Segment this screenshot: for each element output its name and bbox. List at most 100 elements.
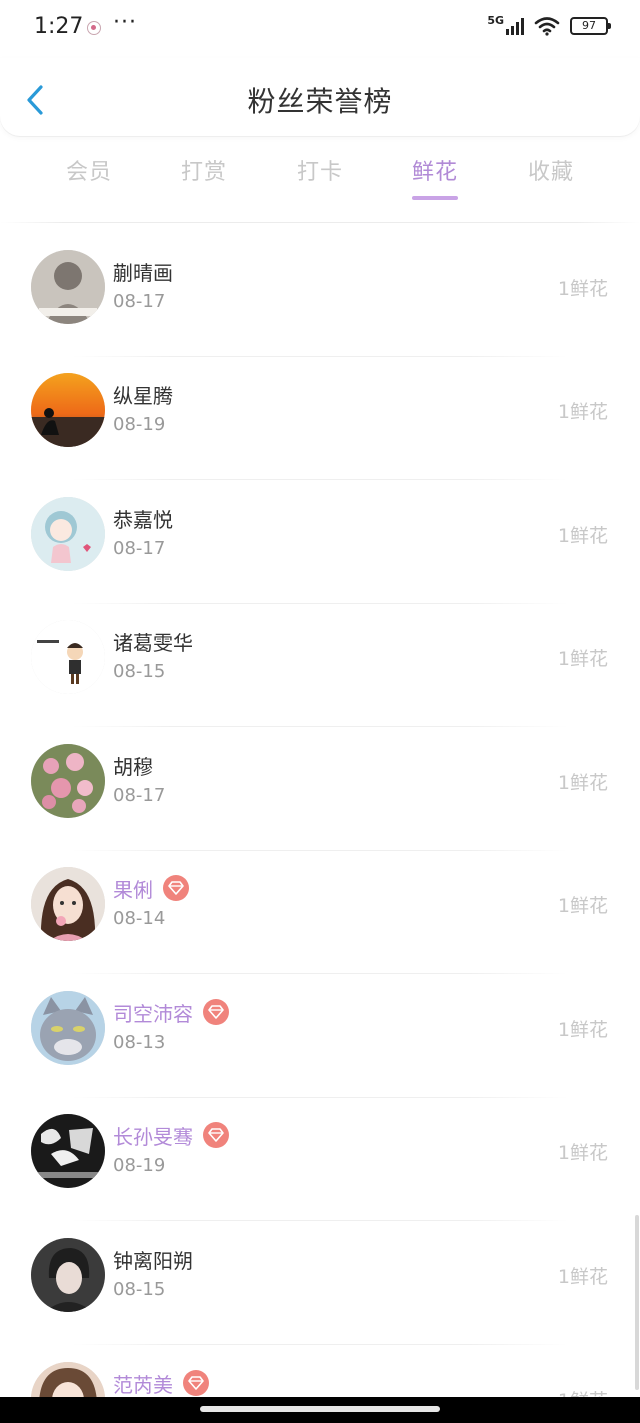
diamond-icon [188, 1376, 204, 1390]
app-notification-icon [87, 21, 101, 35]
user-name-wrap: 范芮美 [113, 1368, 209, 1398]
sunset-silhouette-icon [31, 373, 105, 447]
page-title: 粉丝荣誉榜 [247, 85, 393, 118]
avatar[interactable] [31, 620, 105, 694]
flower-count: 1鲜花 [557, 278, 608, 300]
user-name-wrap: 诸葛雯华 [113, 626, 193, 656]
person-dark-icon [31, 1238, 105, 1312]
signal-icon [506, 17, 524, 35]
user-name: 诸葛雯华 [113, 630, 193, 655]
list-item[interactable]: 诸葛雯华 08-15 1鲜花 [0, 604, 640, 727]
status-bar: 1:27 ··· 5G 97 [0, 0, 640, 58]
user-name-wrap: 纵星腾 [113, 379, 173, 409]
gift-date: 08-17 [113, 538, 166, 559]
user-name: 恭嘉悦 [113, 507, 173, 532]
list-item[interactable]: 长孙旻骞 08-19 1鲜花 [0, 1098, 640, 1221]
home-indicator[interactable] [200, 1406, 440, 1412]
user-name: 钟离阳朔 [113, 1248, 193, 1273]
avatar[interactable] [31, 867, 105, 941]
cartoon-boy-icon [31, 620, 105, 694]
user-name: 蒯晴画 [113, 260, 173, 285]
wifi-icon [534, 17, 560, 36]
avatar[interactable] [31, 991, 105, 1065]
status-more-icon: ··· [113, 10, 137, 35]
vip-badge [183, 1370, 209, 1396]
tab-members[interactable]: 会员 [49, 154, 129, 186]
avatar[interactable] [31, 1238, 105, 1312]
gift-date: 08-15 [113, 1279, 166, 1300]
divider [72, 1220, 568, 1221]
avatar[interactable] [31, 497, 105, 571]
status-indicators: 5G 97 [487, 13, 611, 36]
flower-count: 1鲜花 [557, 772, 608, 794]
user-name-wrap: 恭嘉悦 [113, 503, 173, 533]
vip-badge [203, 999, 229, 1025]
network-5g-label: 5G [487, 13, 504, 27]
user-name: 司空沛容 [113, 1001, 193, 1026]
flower-count: 1鲜花 [557, 1019, 608, 1041]
tab-rewards[interactable]: 打赏 [164, 154, 244, 186]
cartoon-girl-icon [31, 497, 105, 571]
diamond-icon [208, 1128, 224, 1142]
list-item[interactable]: 纵星腾 08-19 1鲜花 [0, 357, 640, 480]
flower-count: 1鲜花 [557, 1142, 608, 1164]
list-item[interactable]: 钟离阳朔 08-15 1鲜花 [0, 1222, 640, 1345]
gift-date: 08-15 [113, 661, 166, 682]
user-name-wrap: 胡穆 [113, 750, 153, 780]
avatar[interactable] [31, 250, 105, 324]
user-name-wrap: 司空沛容 [113, 997, 229, 1027]
black-white-art-icon [31, 1114, 105, 1188]
active-tab-indicator [412, 196, 458, 200]
list-item[interactable]: 胡穆 08-17 1鲜花 [0, 728, 640, 851]
user-name-wrap: 钟离阳朔 [113, 1244, 193, 1274]
gift-date: 08-13 [113, 1032, 166, 1053]
avatar[interactable] [31, 1114, 105, 1188]
user-name-wrap: 长孙旻骞 [113, 1120, 229, 1150]
avatar[interactable] [31, 373, 105, 447]
gift-date: 08-14 [113, 908, 166, 929]
gift-date: 08-17 [113, 291, 166, 312]
divider [0, 222, 640, 223]
flower-count: 1鲜花 [557, 648, 608, 670]
divider [72, 479, 568, 480]
diamond-icon [208, 1005, 224, 1019]
list-item[interactable]: 果俐 08-14 1鲜花 [0, 851, 640, 974]
list-item[interactable]: 司空沛容 08-13 1鲜花 [0, 975, 640, 1098]
user-name: 胡穆 [113, 754, 153, 779]
diamond-icon [168, 881, 184, 895]
user-name: 纵星腾 [113, 383, 173, 408]
user-name: 范芮美 [113, 1372, 173, 1397]
scrollbar[interactable] [635, 1215, 639, 1390]
flower-count: 1鲜花 [557, 895, 608, 917]
status-time: 1:27 [34, 14, 84, 39]
user-name-wrap: 蒯晴画 [113, 256, 173, 286]
gift-date: 08-17 [113, 785, 166, 806]
battery-icon: 97 [570, 17, 611, 35]
user-name-wrap: 果俐 [113, 873, 189, 903]
divider [72, 973, 568, 974]
category-tabs: 会员 打赏 打卡 鲜花 收藏 [0, 136, 640, 210]
flower-count: 1鲜花 [557, 1266, 608, 1288]
user-name: 果俐 [113, 877, 153, 902]
divider [72, 1344, 568, 1345]
top-nav: 粉丝荣誉榜 [0, 58, 640, 136]
vip-badge [163, 875, 189, 901]
pink-flowers-icon [31, 744, 105, 818]
tab-flowers[interactable]: 鲜花 [395, 154, 475, 200]
flower-count: 1鲜花 [557, 525, 608, 547]
avatar[interactable] [31, 744, 105, 818]
person-grey-icon [31, 250, 105, 324]
girl-portrait-icon [31, 867, 105, 941]
list-item[interactable]: 恭嘉悦 08-17 1鲜花 [0, 481, 640, 604]
flower-count: 1鲜花 [557, 401, 608, 423]
user-name: 长孙旻骞 [113, 1124, 193, 1149]
tab-flowers-label: 鲜花 [411, 160, 458, 185]
gift-date: 08-19 [113, 1155, 166, 1176]
grey-cat-icon [31, 991, 105, 1065]
vip-badge [203, 1122, 229, 1148]
tab-favorites[interactable]: 收藏 [511, 154, 591, 186]
divider [72, 726, 568, 727]
tab-checkin[interactable]: 打卡 [280, 154, 360, 186]
list-item[interactable]: 蒯晴画 08-17 1鲜花 [0, 234, 640, 357]
gesture-bar [0, 1397, 640, 1423]
